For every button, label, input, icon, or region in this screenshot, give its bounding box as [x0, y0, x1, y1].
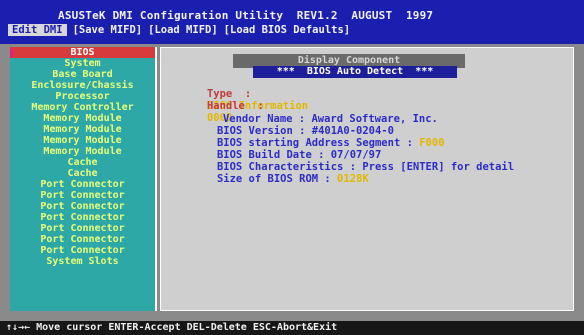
sidebar-item-base-board[interactable]: Base Board: [10, 69, 155, 80]
sidebar-item-system-slots[interactable]: System Slots: [10, 256, 155, 267]
sidebar-item-port-connector[interactable]: Port Connector: [10, 179, 155, 190]
selection-marker: [10, 49, 13, 57]
header-bar: ASUSTeK DMI Configuration Utility REV1.2…: [0, 0, 584, 44]
sidebar-item-bios[interactable]: BIOS: [10, 47, 155, 58]
app-title: ASUSTeK DMI Configuration Utility REV1.2…: [58, 9, 434, 22]
sidebar-item-processor[interactable]: Processor: [10, 91, 155, 102]
rom-size-label: Size of BIOS ROM :: [216, 173, 338, 185]
menu-edit-dmi[interactable]: Edit DMI: [8, 23, 67, 36]
sidebar-item-cache[interactable]: Cache: [10, 157, 155, 168]
menu-load-bios-defaults[interactable]: [Load BIOS Defaults]: [224, 24, 350, 36]
rom-size-value: 0128K: [337, 173, 369, 185]
sidebar-item-memory-module[interactable]: Memory Module: [10, 146, 155, 157]
sidebar-item-memory-module[interactable]: Memory Module: [10, 124, 155, 135]
sidebar-item-memory-controller[interactable]: Memory Controller: [10, 102, 155, 113]
characteristics-value[interactable]: Press [ENTER] for detail: [362, 161, 514, 173]
sidebar-item-system[interactable]: System: [10, 58, 155, 69]
component-sidebar: BIOS System Base Board Enclosure/Chassis…: [10, 47, 157, 311]
help-footer: ↑↓→← Move cursor ENTER-Accept DEL-Delete…: [0, 321, 584, 335]
sidebar-item-cache[interactable]: Cache: [10, 168, 155, 179]
sidebar-item-port-connector[interactable]: Port Connector: [10, 245, 155, 256]
sidebar-item-port-connector[interactable]: Port Connector: [10, 201, 155, 212]
sidebar-item-memory-module[interactable]: Memory Module: [10, 135, 155, 146]
menu-load-mifd[interactable]: [Load MIFD]: [148, 24, 218, 36]
detail-panel: Display Component *** BIOS Auto Detect *…: [160, 47, 574, 311]
sidebar-item-port-connector[interactable]: Port Connector: [10, 234, 155, 245]
sidebar-item-enclosure-chassis[interactable]: Enclosure/Chassis: [10, 80, 155, 91]
sidebar-item-memory-module[interactable]: Memory Module: [10, 113, 155, 124]
rom-size-row: Size of BIOS ROM : 0128K: [179, 161, 369, 197]
dmi-utility-screen: ASUSTeK DMI Configuration Utility REV1.2…: [0, 0, 584, 335]
sidebar-item-port-connector[interactable]: Port Connector: [10, 190, 155, 201]
sidebar-item-port-connector[interactable]: Port Connector: [10, 212, 155, 223]
start-address-value: F000: [419, 137, 445, 149]
top-menu: Edit DMI [Save MIFD] [Load MIFD] [Load B…: [8, 23, 350, 36]
menu-save-mifd[interactable]: [Save MIFD]: [73, 24, 143, 36]
sidebar-item-port-connector[interactable]: Port Connector: [10, 223, 155, 234]
